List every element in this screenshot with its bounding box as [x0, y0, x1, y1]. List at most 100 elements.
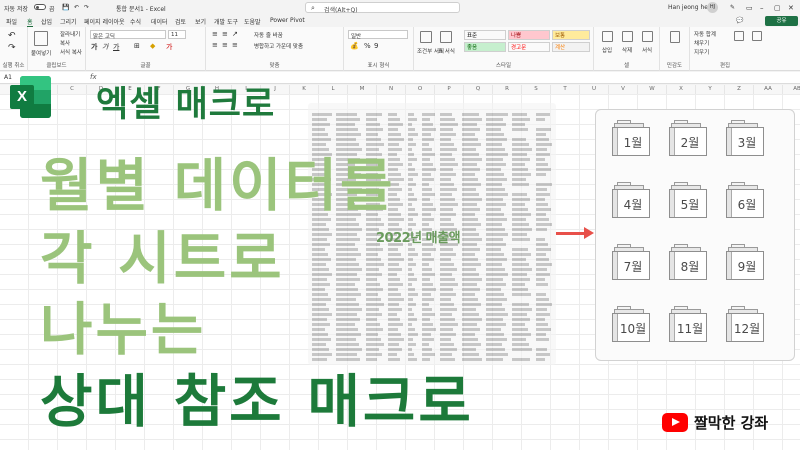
style-warning[interactable]: 경고문: [508, 42, 550, 52]
insert-cells-icon[interactable]: [602, 31, 613, 42]
paste-label[interactable]: 붙여넣기: [31, 49, 51, 57]
column-header[interactable]: U: [580, 85, 609, 94]
data-cell: [422, 168, 436, 171]
underline-icon[interactable]: 가: [113, 42, 119, 52]
border-icon[interactable]: ⊞: [134, 42, 140, 50]
sort-filter-icon[interactable]: [734, 31, 744, 41]
format-cells-icon[interactable]: [642, 31, 653, 42]
column-header[interactable]: K: [290, 85, 319, 94]
column-header[interactable]: O: [406, 85, 435, 94]
redo-button-icon[interactable]: ↷: [8, 43, 16, 53]
autosum-button[interactable]: 자동 합계: [694, 30, 716, 38]
conditional-format-icon[interactable]: [420, 31, 432, 43]
data-cell: [366, 268, 379, 271]
currency-icon[interactable]: 💰: [350, 42, 359, 50]
save-icon[interactable]: 💾: [62, 4, 69, 11]
wrap-text-button[interactable]: 자동 줄 바꿈: [254, 31, 283, 39]
minimize-icon[interactable]: –: [760, 4, 764, 12]
tab-formulas[interactable]: 수식: [130, 17, 141, 26]
fill-button[interactable]: 채우기: [694, 39, 709, 47]
font-size-select[interactable]: 11: [168, 30, 186, 39]
column-header[interactable]: R: [493, 85, 522, 94]
data-row: [308, 303, 556, 307]
maximize-icon[interactable]: ▢: [774, 4, 781, 12]
percent-icon[interactable]: %: [364, 42, 371, 50]
style-normal[interactable]: 표준: [464, 30, 506, 40]
thumbnail: 자동 저장 끔 💾 ↶ ↷ 통합 문서1 - Excel ⌕ 검색(Alt+Q)…: [0, 0, 800, 450]
sensitivity-icon[interactable]: [670, 31, 680, 43]
copy-button[interactable]: 복사: [60, 39, 70, 47]
comment-icon[interactable]: 💬: [736, 17, 743, 24]
tab-help[interactable]: 도움말: [244, 17, 261, 26]
data-cell: [388, 248, 398, 251]
column-header[interactable]: Z: [725, 85, 754, 94]
font-color-icon[interactable]: 가: [166, 42, 172, 52]
font-name-select[interactable]: 맑은 고딕: [90, 30, 166, 40]
tab-page-layout[interactable]: 페이지 레이아웃: [84, 17, 125, 26]
tab-insert[interactable]: 삽입: [41, 17, 52, 26]
column-header[interactable]: X: [667, 85, 696, 94]
fill-color-icon[interactable]: ◆: [150, 42, 155, 50]
data-cell: [440, 293, 456, 296]
column-header[interactable]: V: [609, 85, 638, 94]
search-box[interactable]: ⌕ 검색(Alt+Q): [305, 2, 460, 14]
pen-icon[interactable]: ✎: [730, 4, 735, 11]
merge-center-button[interactable]: 병합하고 가운데 맞춤: [254, 42, 303, 50]
column-header[interactable]: T: [551, 85, 580, 94]
find-select-icon[interactable]: [752, 31, 762, 41]
tab-power-pivot[interactable]: Power Pivot: [270, 17, 305, 24]
data-cell: [408, 253, 418, 256]
format-painter-button[interactable]: 서식 복사: [60, 48, 82, 56]
avatar[interactable]: HJ: [707, 2, 718, 13]
bold-icon[interactable]: 가: [91, 42, 97, 52]
close-icon[interactable]: ✕: [788, 4, 794, 12]
clear-button[interactable]: 지우기: [694, 48, 709, 56]
style-neutral[interactable]: 보통: [552, 30, 590, 40]
tab-developer[interactable]: 개발 도구: [214, 17, 238, 26]
tab-view[interactable]: 보기: [195, 17, 206, 26]
column-header[interactable]: S: [522, 85, 551, 94]
delete-cells-icon[interactable]: [622, 31, 633, 42]
align-top-icon[interactable]: ≡: [212, 30, 218, 38]
autosave-toggle[interactable]: [34, 4, 46, 10]
column-header[interactable]: M: [348, 85, 377, 94]
tab-review[interactable]: 검토: [175, 17, 186, 26]
column-header[interactable]: P: [435, 85, 464, 94]
column-header[interactable]: AA: [754, 85, 783, 94]
table-format-label[interactable]: 표 서식: [438, 47, 455, 55]
align-right-icon[interactable]: ≡: [232, 41, 238, 49]
style-bad[interactable]: 나쁨: [508, 30, 550, 40]
undo-button-icon[interactable]: ↶: [8, 31, 16, 41]
column-header[interactable]: N: [377, 85, 406, 94]
insert-cells-label[interactable]: 삽입: [602, 46, 612, 54]
tab-data[interactable]: 데이터: [151, 17, 168, 26]
table-format-icon[interactable]: [440, 31, 452, 43]
align-left-icon[interactable]: ≡: [212, 41, 218, 49]
column-header[interactable]: W: [638, 85, 667, 94]
column-header[interactable]: C: [58, 85, 87, 94]
style-good[interactable]: 좋음: [464, 42, 506, 52]
ribbon-display-icon[interactable]: ▭: [746, 4, 753, 12]
share-button[interactable]: 공유: [765, 16, 798, 26]
italic-icon[interactable]: 가: [102, 42, 108, 52]
number-format-select[interactable]: 일반: [348, 30, 408, 40]
comma-icon[interactable]: 9: [374, 42, 378, 50]
align-center-icon[interactable]: ≡: [222, 41, 228, 49]
column-header[interactable]: Y: [696, 85, 725, 94]
align-middle-icon[interactable]: ≡: [222, 30, 228, 38]
orientation-icon[interactable]: ↗: [232, 30, 238, 38]
undo-icon[interactable]: ↶: [74, 4, 79, 11]
data-cell: [512, 208, 528, 211]
tab-draw[interactable]: 그리기: [60, 17, 77, 26]
cut-button[interactable]: 잘라내기: [60, 30, 80, 38]
column-header[interactable]: AB: [783, 85, 800, 94]
column-header[interactable]: L: [319, 85, 348, 94]
tab-file[interactable]: 파일: [6, 17, 17, 26]
delete-cells-label[interactable]: 삭제: [622, 46, 632, 54]
format-cells-label[interactable]: 서식: [642, 46, 652, 54]
paste-icon[interactable]: [34, 31, 48, 46]
column-header[interactable]: Q: [464, 85, 493, 94]
style-calculation[interactable]: 계산: [552, 42, 590, 52]
redo-icon[interactable]: ↷: [84, 4, 89, 11]
tab-home[interactable]: 홈: [27, 17, 33, 27]
